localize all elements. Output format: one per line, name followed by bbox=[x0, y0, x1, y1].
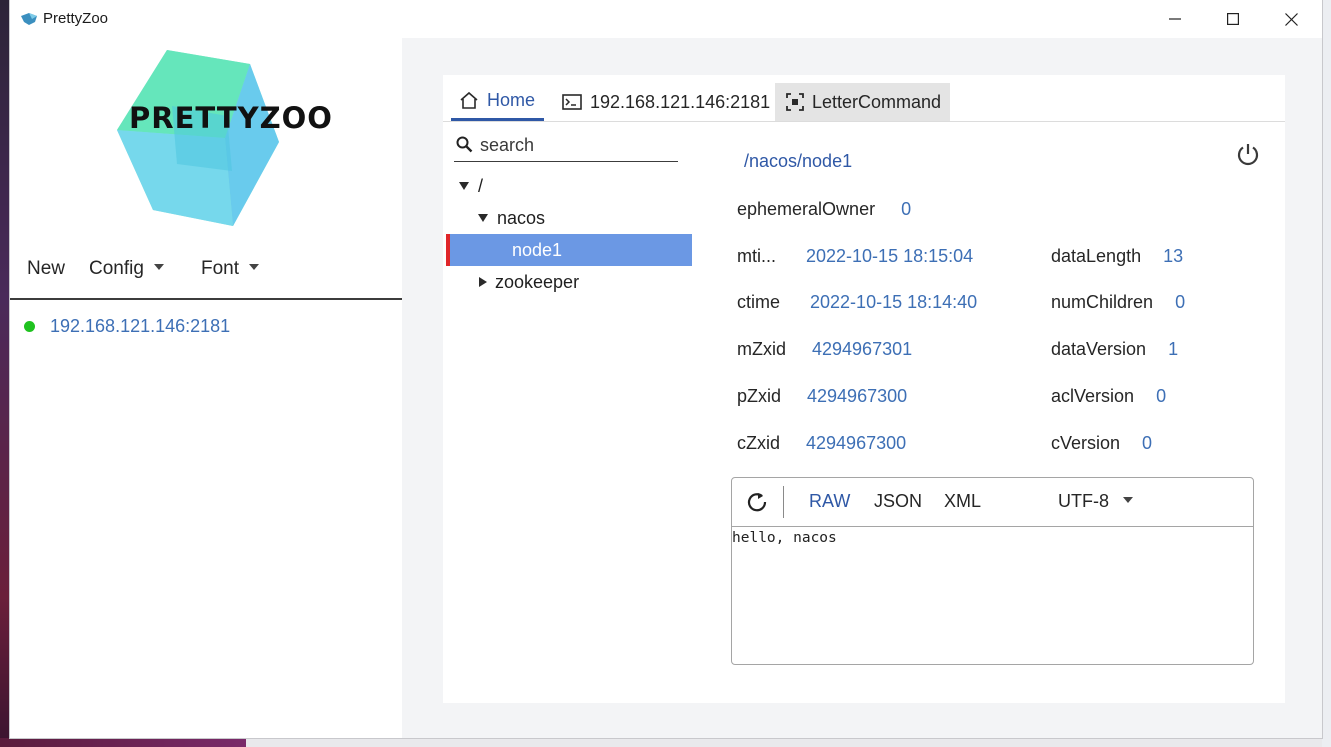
tab-letter-command[interactable]: LetterCommand bbox=[775, 83, 951, 121]
title-bar[interactable]: PrettyZoo bbox=[10, 0, 1322, 38]
stat-ephemeral-owner: ephemeralOwner 0 bbox=[737, 199, 912, 219]
encoding-select[interactable]: UTF-8 bbox=[1058, 491, 1133, 512]
new-menu-button[interactable]: New bbox=[27, 258, 65, 280]
tree-node-zookeeper[interactable]: zookeeper bbox=[479, 267, 579, 297]
toolbar-divider bbox=[783, 486, 784, 518]
chevron-down-icon bbox=[1123, 497, 1133, 504]
font-menu-button[interactable]: Font bbox=[201, 258, 260, 280]
stat-acl-version: aclVersion 0 bbox=[1051, 386, 1167, 406]
tab-home[interactable]: Home bbox=[451, 83, 545, 121]
close-icon bbox=[1284, 12, 1298, 26]
minimize-icon bbox=[1169, 18, 1181, 20]
maximize-icon bbox=[1227, 13, 1239, 25]
data-editor: RAW JSON XML UTF-8 hello, nacos bbox=[731, 477, 1254, 665]
search-box bbox=[454, 131, 678, 162]
power-icon[interactable] bbox=[1235, 141, 1261, 167]
stat-mtime: mti... 2022-10-15 18:15:04 bbox=[737, 246, 974, 266]
left-panel: PRETTYZOO New Config Font 192.168.121.14… bbox=[10, 38, 402, 738]
node-data-textarea[interactable]: hello, nacos bbox=[732, 530, 837, 546]
background-window-strip bbox=[246, 738, 1331, 747]
desktop-background-left bbox=[0, 0, 10, 747]
maximize-button[interactable] bbox=[1204, 0, 1262, 38]
tab-letter-label: LetterCommand bbox=[812, 91, 942, 112]
node-path: /nacos/node1 bbox=[744, 151, 853, 171]
minimize-button[interactable] bbox=[1146, 0, 1204, 38]
refresh-icon[interactable] bbox=[746, 491, 768, 513]
svg-text:PRETTYZOO: PRETTYZOO bbox=[129, 101, 331, 135]
server-card: Home 192.168.121.146:2181 LetterCommand … bbox=[443, 75, 1285, 703]
tab-server-terminal[interactable]: 192.168.121.146:2181 bbox=[554, 83, 778, 121]
search-icon bbox=[456, 136, 473, 153]
prettyzoo-logo: PRETTYZOO bbox=[117, 50, 331, 226]
server-address: 192.168.121.146:2181 bbox=[50, 316, 231, 336]
stat-data-version: dataVersion 1 bbox=[1051, 339, 1179, 359]
command-icon bbox=[786, 93, 804, 111]
tree-node-node1[interactable]: node1 bbox=[512, 235, 562, 265]
chevron-down-icon bbox=[249, 263, 260, 270]
tree-node-label: nacos bbox=[497, 207, 546, 228]
stat-cversion: cVersion 0 bbox=[1051, 433, 1153, 453]
stat-mzxid: mZxid 4294967301 bbox=[737, 339, 913, 359]
home-icon bbox=[460, 91, 478, 109]
chevron-down-icon bbox=[153, 263, 164, 270]
main-area: Home 192.168.121.146:2181 LetterCommand … bbox=[402, 38, 1322, 738]
collapse-arrow-icon[interactable] bbox=[479, 277, 487, 287]
format-xml-button[interactable]: XML bbox=[944, 491, 981, 512]
stat-num-children: numChildren 0 bbox=[1051, 292, 1186, 312]
search-input[interactable] bbox=[480, 133, 670, 157]
stat-ctime: ctime 2022-10-15 18:14:40 bbox=[737, 292, 978, 312]
connected-status-icon bbox=[24, 321, 35, 332]
background-window-edge bbox=[1322, 0, 1331, 747]
app-logo-icon bbox=[21, 13, 37, 25]
window-title: PrettyZoo bbox=[43, 10, 109, 27]
tree-node-label: zookeeper bbox=[495, 271, 580, 292]
editor-toolbar: RAW JSON XML UTF-8 bbox=[732, 478, 1253, 527]
tree-selection-highlight bbox=[446, 234, 692, 266]
terminal-icon bbox=[562, 94, 582, 110]
divider bbox=[10, 298, 402, 300]
tree-node-label: node1 bbox=[512, 239, 563, 260]
tab-bar: Home 192.168.121.146:2181 LetterCommand bbox=[443, 75, 1285, 122]
tree-node-label: / bbox=[478, 175, 484, 196]
stat-czxid: cZxid 4294967300 bbox=[737, 433, 907, 453]
expand-arrow-icon[interactable] bbox=[459, 182, 469, 190]
stat-pzxid: pZxid 4294967300 bbox=[737, 386, 908, 406]
expand-arrow-icon[interactable] bbox=[478, 214, 488, 222]
config-menu-button[interactable]: Config bbox=[89, 258, 164, 280]
desktop-background-bottom bbox=[0, 738, 246, 747]
close-button[interactable] bbox=[1262, 0, 1320, 38]
tab-home-label: Home bbox=[487, 90, 536, 110]
tree-node-root[interactable]: / bbox=[459, 171, 483, 201]
app-window: PrettyZoo PRETTYZOO New Config Font 192.… bbox=[10, 0, 1322, 738]
tab-server-label: 192.168.121.146:2181 bbox=[590, 91, 771, 112]
format-json-button[interactable]: JSON bbox=[874, 491, 922, 512]
tree-node-nacos[interactable]: nacos bbox=[478, 203, 545, 233]
stat-data-length: dataLength 13 bbox=[1051, 246, 1184, 266]
format-raw-button[interactable]: RAW bbox=[809, 491, 850, 512]
